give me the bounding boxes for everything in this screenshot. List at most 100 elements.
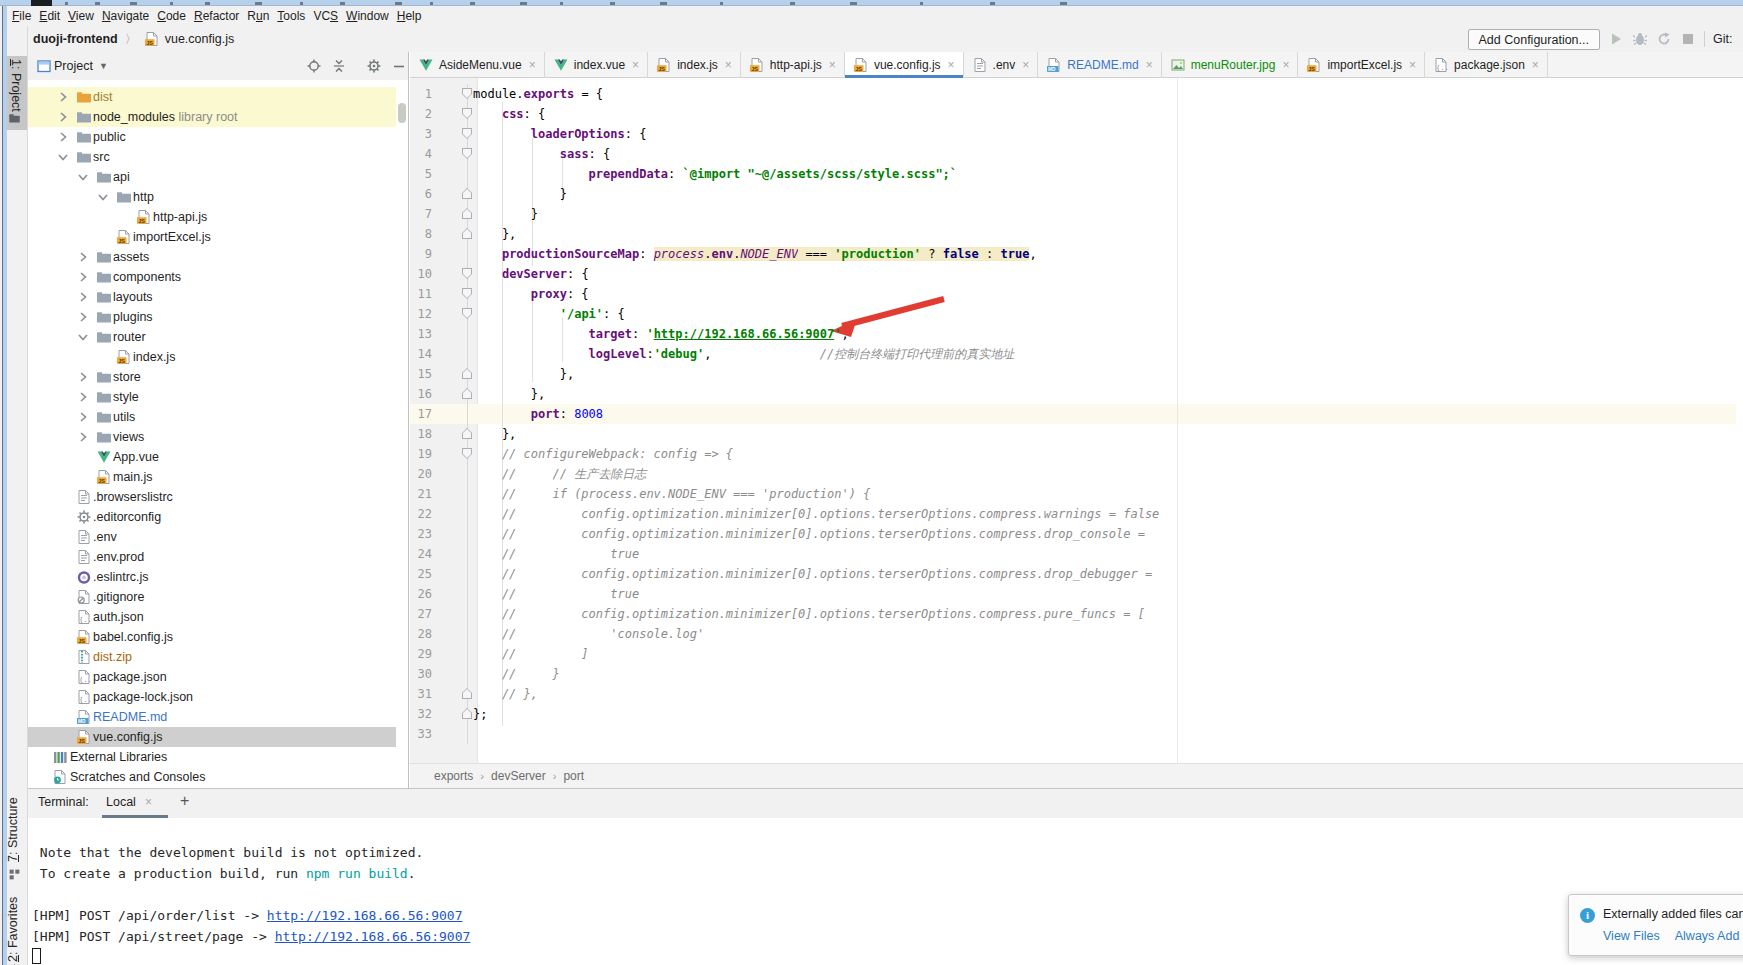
fold-marker[interactable] [462,88,472,99]
run-icon[interactable] [1608,31,1624,47]
tree-item-main-js[interactable]: JSmain.js [28,467,396,487]
terminal-tab-local[interactable]: Local [106,795,136,809]
tree-item-store[interactable]: store [28,367,396,387]
tree-item-assets[interactable]: assets [28,247,396,267]
debug-icon[interactable] [1632,31,1648,47]
close-icon[interactable]: × [529,58,536,72]
notification-action-view-files[interactable]: View Files [1603,929,1660,943]
tree-item-http[interactable]: http [28,187,396,207]
chevron-right-icon[interactable] [55,129,71,145]
terminal-link[interactable]: http://192.168.66.56:9007 [275,929,471,944]
close-icon[interactable]: × [1409,58,1416,72]
code-breadcrumb-devServer[interactable]: devServer [491,769,546,783]
fold-marker[interactable] [462,288,472,299]
new-terminal-button[interactable]: + [180,792,189,810]
tree-item-scratches-and-consoles[interactable]: Scratches and Consoles [28,767,396,787]
chevron-down-icon[interactable] [95,189,111,205]
tab-readme-md[interactable]: MDREADME.md× [1038,52,1161,78]
menu-window[interactable]: Window [342,7,393,25]
fold-marker[interactable] [462,708,472,719]
tree-scrollbar[interactable] [398,103,406,123]
tree-item-vue-config-js[interactable]: JSvue.config.js [28,727,396,747]
chevron-down-icon[interactable] [55,149,71,165]
close-icon[interactable]: × [1532,58,1539,72]
tree-item-auth-json[interactable]: {..}auth.json [28,607,396,627]
chevron-right-icon[interactable] [75,249,91,265]
code-breadcrumb-exports[interactable]: exports [434,769,473,783]
menu-file[interactable]: File [8,7,35,25]
add-configuration-button[interactable]: Add Configuration... [1468,29,1601,50]
fold-marker[interactable] [462,368,472,379]
notification-action-always-add[interactable]: Always Add [1675,929,1740,943]
code-editor[interactable]: 1module.exports = {2 css: {3 loaderOptio… [410,78,1743,763]
menu-tools[interactable]: Tools [273,7,309,25]
close-icon[interactable]: × [1022,58,1029,72]
close-icon[interactable]: × [829,58,836,72]
terminal-link[interactable]: http://192.168.66.56:9007 [267,908,463,923]
close-icon[interactable]: × [725,58,732,72]
stop-icon[interactable] [1680,31,1696,47]
code-breadcrumb-port[interactable]: port [563,769,584,783]
chevron-right-icon[interactable] [55,89,71,105]
breadcrumb-file[interactable]: vue.config.js [165,32,234,46]
fold-marker[interactable] [462,428,472,439]
breadcrumb-project[interactable]: duoji-frontend [33,32,118,46]
chevron-right-icon[interactable] [75,309,91,325]
tree-item-utils[interactable]: utils [28,407,396,427]
chevron-right-icon[interactable] [75,389,91,405]
fold-marker[interactable] [462,108,472,119]
tree-item--editorconfig[interactable]: .editorconfig [28,507,396,527]
menu-edit[interactable]: Edit [35,7,64,25]
tree-item--gitignore[interactable]: .gitignore [28,587,396,607]
tree-item-style[interactable]: style [28,387,396,407]
tree-item--env[interactable]: .env [28,527,396,547]
close-icon[interactable]: × [1282,58,1289,72]
chevron-right-icon[interactable] [75,269,91,285]
fold-marker[interactable] [462,308,472,319]
fold-marker[interactable] [462,448,472,459]
tab-asidemenu-vue[interactable]: AsideMenu.vue× [410,52,545,78]
fold-marker[interactable] [462,268,472,279]
tree-item-components[interactable]: components [28,267,396,287]
tree-item-package-json[interactable]: {..}package.json [28,667,396,687]
rerun-icon[interactable] [1656,31,1672,47]
tree-item-index-js[interactable]: JSindex.js [28,347,396,367]
chevron-right-icon[interactable] [75,369,91,385]
tab-vue-config-js[interactable]: JSvue.config.js× [845,52,964,78]
tree-item-views[interactable]: views [28,427,396,447]
tree-item--browserslistrc[interactable]: .browserslistrc [28,487,396,507]
fold-marker[interactable] [462,188,472,199]
fold-marker[interactable] [462,128,472,139]
tab-menurouter-jpg[interactable]: menuRouter.jpg× [1162,52,1299,78]
fold-marker[interactable] [462,208,472,219]
chevron-down-icon[interactable] [75,329,91,345]
tree-item-public[interactable]: public [28,127,396,147]
menu-refactor[interactable]: Refactor [190,7,243,25]
menu-help[interactable]: Help [393,7,426,25]
git-label[interactable]: Git: [1713,32,1743,46]
tree-item-app-vue[interactable]: App.vue [28,447,396,467]
tree-item-layouts[interactable]: layouts [28,287,396,307]
close-icon[interactable]: × [145,795,152,809]
fold-marker[interactable] [462,228,472,239]
tab-index-js[interactable]: JSindex.js× [648,52,741,78]
tree-item-node-modules[interactable]: node_modules library root [28,107,396,127]
close-icon[interactable]: × [948,58,955,72]
tree-item--env-prod[interactable]: .env.prod [28,547,396,567]
tree-item-readme-md[interactable]: MDREADME.md [28,707,396,727]
chevron-right-icon[interactable] [75,409,91,425]
tree-item-http-api-js[interactable]: JShttp-api.js [28,207,396,227]
tab-http-api-js[interactable]: JShttp-api.js× [741,52,845,78]
close-icon[interactable]: × [1146,58,1153,72]
tab-index-vue[interactable]: index.vue× [545,52,648,78]
menu-view[interactable]: View [64,7,98,25]
tree-item-dist-zip[interactable]: dist.zip [28,647,396,667]
chevron-right-icon[interactable] [75,289,91,305]
tree-item-dist[interactable]: dist [28,87,396,107]
chevron-right-icon[interactable] [55,109,71,125]
tree-item-plugins[interactable]: plugins [28,307,396,327]
tree-item--eslintrc-js[interactable]: .eslintrc.js [28,567,396,587]
tree-item-router[interactable]: router [28,327,396,347]
fold-marker[interactable] [462,148,472,159]
tool-button-structure[interactable]: 7: Structure [6,797,20,862]
